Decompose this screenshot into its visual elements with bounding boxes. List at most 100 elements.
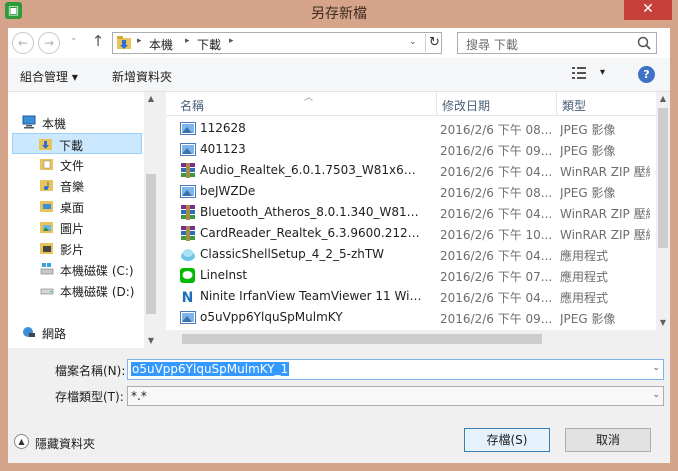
new-folder-button[interactable]: 新增資料夾 — [112, 68, 172, 85]
navigation-pane: 本機 下載 文件 音樂 桌面 圖片 影片 本機磁碟 (C:) 本機磁碟 (D:)… — [8, 92, 158, 348]
address-history-dropdown-icon[interactable]: ⌄ — [409, 37, 417, 47]
column-header-type[interactable]: 類型 — [562, 97, 586, 114]
file-row[interactable]: Audio_Realtek_6.0.1.7503_W81x64_A 2016/2… — [166, 160, 656, 181]
file-date: 2016/2/6 下午 04... — [440, 165, 552, 179]
file-type: 應用程式 — [560, 291, 609, 305]
drive-icon — [40, 288, 54, 295]
column-header-date[interactable]: 修改日期 — [442, 97, 490, 114]
organize-menu-button[interactable]: 組合管理 ▾ — [20, 68, 78, 85]
filetype-select[interactable]: *.* ⌄ — [127, 386, 664, 406]
desktop-folder-icon — [40, 201, 53, 212]
documents-folder-icon — [40, 159, 53, 170]
scroll-up-arrow-icon[interactable]: ▲ — [656, 92, 670, 106]
file-type: JPEG 影像 — [560, 312, 616, 326]
sidebar-item-label: 下載 — [59, 139, 84, 153]
file-row[interactable]: 112628 2016/2/6 下午 08... JPEG 影像 — [166, 118, 656, 139]
save-button[interactable]: 存檔(S) — [464, 428, 550, 452]
navigation-pane-scrollbar[interactable]: ▲ ▼ — [144, 92, 158, 348]
sidebar-item-documents[interactable]: 文件 — [8, 154, 144, 175]
network-icon — [23, 327, 35, 337]
image-file-icon — [180, 311, 196, 324]
sidebar-item-this-pc[interactable]: 本機 — [8, 112, 144, 133]
sidebar-item-label: 圖片 — [60, 222, 85, 236]
downloads-folder-icon — [39, 139, 52, 150]
file-type: WinRAR ZIP 壓縮 — [560, 228, 650, 242]
filename-value[interactable]: o5uVpp6YlquSpMulmKY_1 — [131, 362, 290, 376]
winrar-archive-icon — [181, 205, 195, 220]
file-row[interactable]: N Ninite IrfanView TeamViewer 11 WinR...… — [166, 286, 656, 307]
file-list-vertical-scrollbar[interactable]: ▲ ▼ — [656, 92, 670, 362]
search-input[interactable]: 搜尋 下載 — [457, 32, 657, 54]
music-folder-icon — [40, 180, 53, 191]
pictures-folder-icon — [40, 222, 53, 233]
save-options-panel: 檔案名稱(N): o5uVpp6YlquSpMulmKY_1 ⌄ 存檔類型(T)… — [8, 348, 670, 463]
recent-locations-dropdown-icon[interactable]: ⌄ — [70, 33, 78, 43]
sidebar-item-videos[interactable]: 影片 — [8, 238, 144, 259]
view-options-dropdown-icon[interactable]: ▾ — [600, 67, 605, 78]
downloads-folder-icon — [117, 36, 131, 49]
winrar-archive-icon — [181, 226, 195, 241]
scroll-down-arrow-icon[interactable]: ▼ — [144, 334, 158, 348]
file-type: WinRAR ZIP 壓縮 — [560, 207, 650, 221]
address-separator[interactable]: ▸ — [137, 36, 142, 46]
sidebar-item-desktop[interactable]: 桌面 — [8, 196, 144, 217]
filename-dropdown-icon[interactable]: ⌄ — [652, 363, 660, 373]
file-list-horizontal-scrollbar[interactable] — [166, 330, 656, 348]
hide-folders-label[interactable]: 隱藏資料夾 — [35, 435, 95, 452]
file-row[interactable]: CardReader_Realtek_6.3.9600.21255_... 20… — [166, 223, 656, 244]
search-icon[interactable] — [636, 35, 652, 51]
image-file-icon — [180, 185, 196, 198]
address-separator[interactable]: ▸ — [229, 36, 234, 46]
back-button[interactable]: ← — [12, 32, 34, 54]
sidebar-item-music[interactable]: 音樂 — [8, 175, 144, 196]
sidebar-item-network[interactable]: 網路 — [8, 322, 144, 343]
file-row[interactable]: 401123 2016/2/6 下午 09... JPEG 影像 — [166, 139, 656, 160]
scrollbar-thumb[interactable] — [182, 334, 542, 344]
scroll-up-arrow-icon[interactable]: ▲ — [144, 92, 158, 106]
file-date: 2016/2/6 下午 04... — [440, 249, 552, 263]
winrar-archive-icon — [181, 163, 195, 178]
column-divider[interactable] — [436, 92, 437, 116]
file-row[interactable]: ClassicShellSetup_4_2_5-zhTW 2016/2/6 下午… — [166, 244, 656, 265]
file-row[interactable]: Bluetooth_Atheros_8.0.1.340_W81x64_A 201… — [166, 202, 656, 223]
column-header-name[interactable]: 名稱 — [180, 97, 204, 114]
address-separator[interactable]: ▸ — [185, 36, 190, 46]
cancel-button[interactable]: 取消 — [565, 428, 651, 452]
up-one-level-button[interactable]: ↑ — [90, 33, 106, 49]
scrollbar-thumb[interactable] — [146, 174, 156, 314]
sidebar-item-drive-c[interactable]: 本機磁碟 (C:) — [8, 259, 144, 280]
view-options-icon[interactable] — [572, 66, 590, 80]
scroll-down-arrow-icon[interactable]: ▼ — [656, 316, 670, 330]
collapse-up-icon[interactable]: ▲ — [14, 434, 29, 449]
file-type: 應用程式 — [560, 249, 609, 263]
refresh-icon[interactable]: ↻ — [425, 34, 443, 52]
help-icon[interactable]: ? — [638, 66, 655, 83]
file-row[interactable]: LineInst 2016/2/6 下午 07... 應用程式 — [166, 265, 656, 286]
address-segment-downloads[interactable]: 下載 — [197, 36, 221, 53]
close-button[interactable]: ✕ — [624, 0, 672, 20]
file-name: LineInst — [200, 268, 248, 282]
system-drive-icon — [40, 263, 54, 275]
sidebar-item-label: 影片 — [60, 243, 85, 257]
filetype-dropdown-icon[interactable]: ⌄ — [652, 390, 660, 400]
forward-button[interactable]: → — [38, 32, 60, 54]
sidebar-item-label: 網路 — [42, 327, 67, 341]
sidebar-item-drive-d[interactable]: 本機磁碟 (D:) — [8, 280, 144, 301]
title-bar: ▣ 另存新檔 ✕ — [0, 0, 678, 22]
sidebar-item-downloads[interactable]: 下載 — [12, 133, 142, 154]
file-row[interactable]: beJWZDe 2016/2/6 下午 08... JPEG 影像 — [166, 181, 656, 202]
search-placeholder: 搜尋 下載 — [466, 38, 518, 52]
scrollbar-thumb[interactable] — [658, 108, 668, 248]
sort-indicator-icon: ︿ — [304, 93, 314, 103]
address-bar[interactable]: ▸ 本機 ▸ 下載 ▸ ⌄ ↻ — [112, 32, 442, 54]
filename-input[interactable]: o5uVpp6YlquSpMulmKY_1 ⌄ — [127, 359, 664, 380]
address-segment-this-pc[interactable]: 本機 — [149, 36, 173, 53]
file-date: 2016/2/6 下午 04... — [440, 291, 552, 305]
file-name: CardReader_Realtek_6.3.9600.21255_... — [200, 226, 422, 240]
file-name: Ninite IrfanView TeamViewer 11 WinR... — [200, 289, 422, 303]
file-row[interactable]: o5uVpp6YlquSpMulmKY 2016/2/6 下午 09... JP… — [166, 307, 656, 328]
file-name: o5uVpp6YlquSpMulmKY — [200, 310, 343, 324]
sidebar-item-label: 文件 — [60, 159, 85, 173]
sidebar-item-pictures[interactable]: 圖片 — [8, 217, 144, 238]
column-divider[interactable] — [556, 92, 557, 116]
